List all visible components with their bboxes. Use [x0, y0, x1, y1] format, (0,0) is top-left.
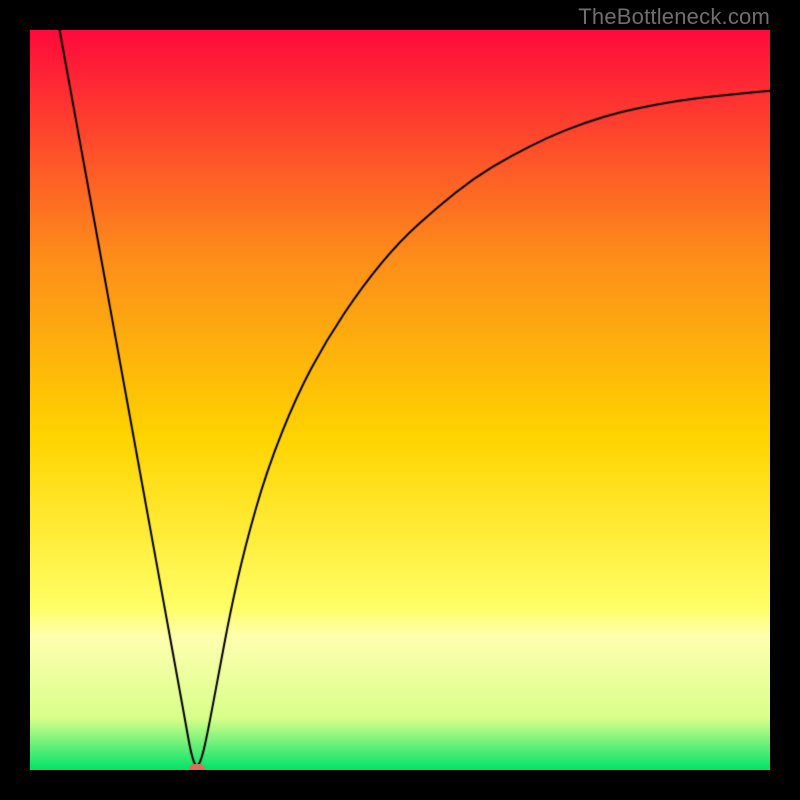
watermark-text: TheBottleneck.com: [578, 4, 770, 30]
plot-area: [30, 30, 770, 770]
outer-black-frame: TheBottleneck.com: [0, 0, 800, 800]
minimum-marker: [189, 764, 205, 770]
bottleneck-curve: [30, 30, 770, 770]
